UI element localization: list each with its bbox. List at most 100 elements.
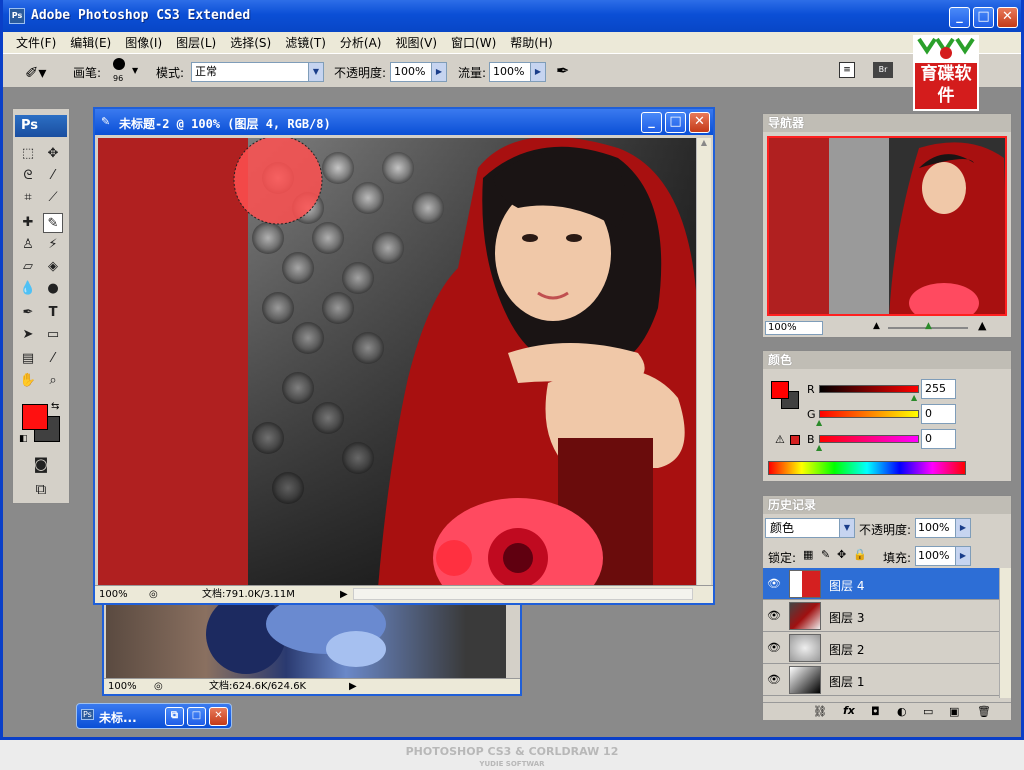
- doc-maximize-button[interactable]: □: [665, 112, 686, 133]
- close-button[interactable]: ✕: [997, 7, 1018, 28]
- palette-well-icon[interactable]: ≡: [839, 62, 855, 78]
- quick-mask-icon[interactable]: ◙: [31, 454, 51, 474]
- dodge-tool-icon[interactable]: ●: [43, 279, 63, 299]
- lock-all-icon[interactable]: 🔒: [853, 548, 867, 561]
- blur-tool-icon[interactable]: 💧: [18, 279, 38, 299]
- type-tool-icon[interactable]: T: [43, 303, 63, 323]
- brush-dropdown-icon[interactable]: ▼: [132, 66, 138, 75]
- zoom-slider-thumb-icon[interactable]: ▲: [925, 321, 932, 331]
- opacity-input[interactable]: 100%: [390, 62, 432, 82]
- photoshop-app-icon[interactable]: Ps: [9, 8, 25, 24]
- menu-window[interactable]: 窗口(W): [444, 34, 503, 51]
- layer-name[interactable]: 图层 4: [829, 577, 864, 594]
- window-titlebar[interactable]: Ps Adobe Photoshop CS3 Extended _ □ ✕: [3, 0, 1021, 32]
- fill-arrow-icon[interactable]: ▶: [955, 546, 971, 566]
- lock-transparency-icon[interactable]: ▦: [803, 548, 813, 561]
- status-icon[interactable]: ◎: [149, 587, 158, 602]
- menu-select[interactable]: 选择(S): [223, 34, 278, 51]
- mode-dropdown-icon[interactable]: ▼: [308, 62, 324, 82]
- lasso-tool-icon[interactable]: ᘓ: [18, 166, 38, 186]
- restore-button[interactable]: ⧉: [165, 707, 184, 726]
- layer-row[interactable]: 👁 图层 2: [763, 632, 999, 664]
- move-tool-icon[interactable]: ✥: [43, 144, 63, 164]
- channel-slider-b[interactable]: [819, 435, 919, 443]
- toolbox-ps-badge[interactable]: Ps: [15, 115, 67, 137]
- notes-tool-icon[interactable]: ▤: [18, 349, 38, 369]
- menu-image[interactable]: 图像(I): [118, 34, 169, 51]
- bridge-icon[interactable]: Br: [873, 62, 893, 78]
- foreground-color-swatch-top[interactable]: [22, 404, 48, 430]
- brush-tool-preset-icon[interactable]: ✐▾: [25, 63, 46, 82]
- slider-thumb-g-icon[interactable]: ▲: [816, 418, 822, 427]
- magic-wand-tool-icon[interactable]: ⁄: [43, 166, 63, 186]
- zoom-tool-icon[interactable]: ⌕: [43, 371, 63, 391]
- layer-opacity-arrow-icon[interactable]: ▶: [955, 518, 971, 538]
- crop-tool-icon[interactable]: ⌗: [18, 188, 38, 208]
- history-tab[interactable]: 历史记录: [763, 496, 1011, 514]
- channel-input-r[interactable]: 255: [921, 379, 956, 399]
- adjustment-layer-icon[interactable]: ◐: [897, 705, 907, 718]
- swap-colors-icon[interactable]: ⇆: [51, 401, 59, 412]
- back-document-canvas[interactable]: [106, 594, 506, 678]
- clone-stamp-tool-icon[interactable]: ♙: [18, 235, 38, 255]
- lock-pixels-icon[interactable]: ✎: [821, 548, 830, 561]
- fill-input[interactable]: 100%: [915, 546, 959, 566]
- back-status-icon[interactable]: ◎: [154, 679, 163, 694]
- healing-brush-tool-icon[interactable]: ✚: [18, 213, 38, 233]
- new-group-icon[interactable]: ▭: [923, 705, 933, 718]
- document-window-main[interactable]: ✎ 未标题-2 @ 100% (图层 4, RGB/8) _ □ ✕ ▲ 100…: [93, 107, 715, 605]
- visibility-eye-icon[interactable]: 👁: [767, 641, 781, 654]
- document-canvas[interactable]: [98, 138, 696, 588]
- menu-analysis[interactable]: 分析(A): [333, 34, 389, 51]
- document-window-back[interactable]: 100% ◎ 文档:624.6K/624.6K ▶: [102, 590, 522, 696]
- opacity-arrow-icon[interactable]: ▶: [431, 62, 447, 82]
- path-selection-tool-icon[interactable]: ➤: [18, 325, 38, 345]
- back-zoom-level[interactable]: 100%: [108, 679, 137, 694]
- gamut-swatch[interactable]: [790, 435, 800, 445]
- navigator-zoom-input[interactable]: 100%: [765, 321, 823, 335]
- paint-bucket-tool-icon[interactable]: ◈: [43, 257, 63, 277]
- close-min-button[interactable]: ✕: [209, 707, 228, 726]
- slice-tool-icon[interactable]: ⟋: [43, 188, 63, 208]
- flow-input[interactable]: 100%: [489, 62, 531, 82]
- screen-mode-icon[interactable]: ⧉: [31, 479, 51, 499]
- layer-name[interactable]: 图层 3: [829, 609, 864, 626]
- vertical-scrollbar[interactable]: ▲: [696, 138, 711, 588]
- menu-layer[interactable]: 图层(L): [169, 34, 223, 51]
- slider-thumb-r-icon[interactable]: ▲: [911, 393, 917, 402]
- navigator-preview[interactable]: [767, 136, 1007, 316]
- pen-tool-icon[interactable]: ✒: [18, 303, 38, 323]
- marquee-tool-icon[interactable]: ⬚: [18, 144, 38, 164]
- visibility-eye-icon[interactable]: 👁: [767, 609, 781, 622]
- back-status-arrow-icon[interactable]: ▶: [349, 679, 357, 694]
- doc-minimize-button[interactable]: _: [641, 112, 662, 133]
- channel-slider-r[interactable]: [819, 385, 919, 393]
- menu-edit[interactable]: 编辑(E): [63, 34, 118, 51]
- layer-opacity-input[interactable]: 100%: [915, 518, 959, 538]
- link-layers-icon[interactable]: ⛓: [813, 705, 827, 718]
- channel-input-g[interactable]: 0: [921, 404, 956, 424]
- channel-input-b[interactable]: 0: [921, 429, 956, 449]
- horizontal-scrollbar[interactable]: [353, 588, 693, 600]
- color-tab[interactable]: 颜色: [763, 351, 1011, 369]
- status-arrow-icon[interactable]: ▶: [340, 587, 348, 602]
- minimize-button[interactable]: _: [949, 7, 970, 28]
- color-spectrum-ramp[interactable]: [768, 461, 966, 475]
- scroll-up-icon[interactable]: ▲: [697, 138, 711, 147]
- color-foreground-swatch-top[interactable]: [771, 381, 789, 399]
- flow-arrow-icon[interactable]: ▶: [530, 62, 546, 82]
- delete-layer-icon[interactable]: 🗑: [977, 705, 991, 718]
- minimized-document[interactable]: Ps 未标... ⧉ □ ✕: [76, 703, 232, 729]
- menu-filter[interactable]: 滤镜(T): [278, 34, 333, 51]
- layer-name[interactable]: 图层 2: [829, 641, 864, 658]
- layer-row[interactable]: 👁 图层 3: [763, 600, 999, 632]
- maximize-min-button[interactable]: □: [187, 707, 206, 726]
- menu-file[interactable]: 文件(F): [9, 34, 63, 51]
- doc-close-button[interactable]: ✕: [689, 112, 710, 133]
- layer-row[interactable]: 👁 图层 1: [763, 664, 999, 696]
- layer-name[interactable]: 图层 1: [829, 673, 864, 690]
- history-brush-tool-icon[interactable]: ⚡: [43, 235, 63, 255]
- mode-select[interactable]: 正常: [191, 62, 309, 82]
- menu-help[interactable]: 帮助(H): [503, 34, 559, 51]
- brush-preview-icon[interactable]: [113, 58, 125, 70]
